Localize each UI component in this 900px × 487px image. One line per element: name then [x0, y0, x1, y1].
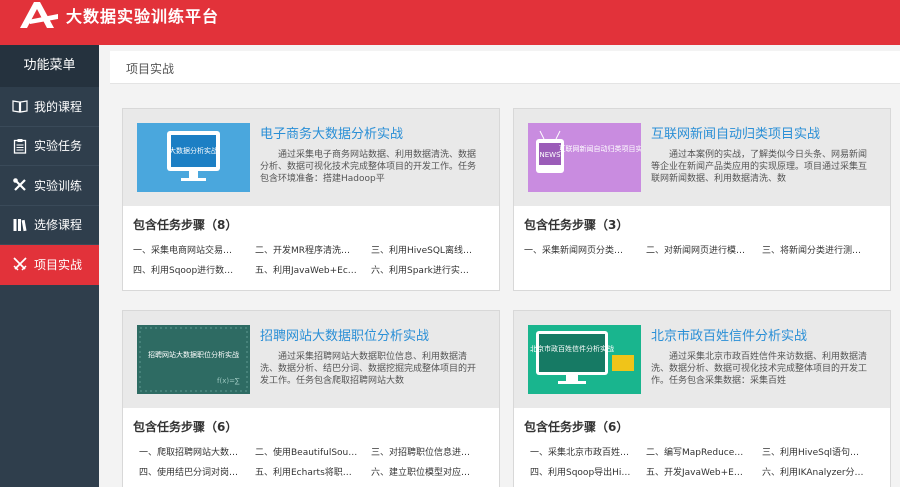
sidebar-item-projects[interactable]: 项目实战 [0, 245, 99, 285]
step-link[interactable]: 二、编写MapReduce… [646, 445, 758, 458]
project-card-beijing-letters[interactable]: 北京市政百姓信件分析实战 北京市政百姓信件分析实战 通过采集北京市政百姓信件来访… [513, 310, 891, 487]
tools-icon [12, 177, 28, 193]
thumbnail-text: 大数据分析实战 [169, 146, 218, 155]
project-card-recruitment[interactable]: 招聘网站大数据职位分析实战 f(x)=∑ 招聘网站大数据职位分析实战 通过采集招… [122, 310, 500, 487]
thumbnail-text: 北京市政百姓信件分析实战 [530, 344, 614, 353]
sidebar-item-training[interactable]: 实验训练 [0, 166, 99, 206]
platform-title: 大数据实验训练平台 [66, 7, 220, 26]
books-icon [12, 217, 28, 233]
sidebar-item-label: 实验任务 [34, 139, 83, 154]
sidebar: 功能菜单 我的课程 实验任务 实验训练 选修课程 项目实战 [0, 45, 99, 487]
step-link[interactable]: 二、使用BeautifulSou… [255, 445, 367, 458]
step-link[interactable]: 二、开发MR程序清洗… [255, 243, 367, 256]
recruitment-thumbnail[interactable]: 招聘网站大数据职位分析实战 f(x)=∑ [137, 325, 250, 394]
sidebar-title: 功能菜单 [0, 45, 99, 87]
project-card-ecommerce[interactable]: 大数据分析实战 电子商务大数据分析实战 通过采集电子商务网站数据、利用数据清洗、… [122, 108, 500, 291]
sidebar-item-my-courses[interactable]: 我的课程 [0, 87, 99, 127]
step-link[interactable]: 一、采集北京市政百姓… [530, 445, 642, 458]
swords-icon [12, 256, 28, 272]
breadcrumb-bar: 项目实战 [110, 51, 900, 84]
card-title[interactable]: 互联网新闻自动归类项目实战 [651, 123, 820, 142]
sidebar-item-label: 项目实战 [34, 257, 83, 272]
step-link[interactable]: 一、采集电商网站交易… [133, 243, 245, 256]
project-card-news[interactable]: NEWS 互联网新闻自动归类项目实战 互联网新闻自动归类项目实战 通过本案例的实… [513, 108, 891, 291]
chalk-formula: f(x)=∑ [217, 377, 240, 385]
card-description: 通过本案例的实战，了解类似今日头条、网易新闻等企业在新闻产品类应用的实现原理。项… [651, 150, 868, 184]
top-header: 大数据实验训练平台 [0, 0, 900, 45]
step-link[interactable]: 四、利用Sqoop进行数… [133, 263, 245, 276]
step-link[interactable]: 五、利用JavaWeb+Ec… [255, 263, 367, 276]
steps-count-label: 包含任务步骤（8） [133, 218, 238, 232]
sidebar-item-label: 我的课程 [34, 99, 83, 114]
clipboard-icon [12, 138, 28, 154]
sidebar-item-label: 实验训练 [34, 178, 83, 193]
step-link[interactable]: 三、将新闻分类进行测… [762, 243, 874, 256]
steps-count-label: 包含任务步骤（6） [133, 420, 238, 434]
sidebar-item-label: 选修课程 [34, 218, 83, 233]
breadcrumb: 项目实战 [126, 62, 175, 76]
step-link[interactable]: 五、开发JavaWeb+E… [646, 465, 758, 478]
step-link[interactable]: 二、对新闻网页进行模… [646, 243, 758, 256]
beijing-letters-thumbnail[interactable]: 北京市政百姓信件分析实战 [528, 325, 641, 394]
step-link[interactable]: 四、使用结巴分词对岗… [139, 465, 251, 478]
step-link[interactable]: 三、利用HiveSQL离线… [371, 243, 483, 256]
card-title[interactable]: 北京市政百姓信件分析实战 [651, 325, 807, 344]
card-description: 通过采集北京市政百姓信件来访数据、利用数据清洗、数据分析、数据可视化技术完成整体… [651, 352, 868, 386]
card-title[interactable]: 招聘网站大数据职位分析实战 [260, 325, 429, 344]
book-icon [12, 98, 28, 114]
thumbnail-text: 互联网新闻自动归类项目实战 [559, 144, 642, 153]
steps-count-label: 包含任务步骤（3） [524, 218, 629, 232]
step-link[interactable]: 六、利用IKAnalyzer分… [762, 465, 874, 478]
step-link[interactable]: 四、利用Sqoop导出Hi… [530, 465, 642, 478]
platform-logo-icon [20, 2, 58, 28]
step-link[interactable]: 六、利用Spark进行实… [371, 263, 483, 276]
step-link[interactable]: 三、利用HiveSql语句… [762, 445, 874, 458]
step-link[interactable]: 三、对招聘职位信息进… [371, 445, 483, 458]
card-description: 通过采集电子商务网站数据、利用数据清洗、数据分析、数据可视化技术完成整体项目的开… [260, 150, 477, 184]
thumbnail-text: 招聘网站大数据职位分析实战 [148, 350, 239, 359]
steps-count-label: 包含任务步骤（6） [524, 420, 629, 434]
sidebar-item-tasks[interactable]: 实验任务 [0, 127, 99, 166]
step-link[interactable]: 五、利用Echarts将职… [255, 465, 367, 478]
ecommerce-thumbnail[interactable]: 大数据分析实战 [137, 123, 250, 192]
news-thumbnail[interactable]: NEWS 互联网新闻自动归类项目实战 [528, 123, 641, 192]
step-link[interactable]: 六、建立职位模型对应… [371, 465, 483, 478]
step-link[interactable]: 一、爬取招聘网站大数… [139, 445, 251, 458]
card-title[interactable]: 电子商务大数据分析实战 [260, 123, 403, 142]
card-description: 通过采集招聘网站大数据职位信息、利用数据清洗、数据分析、结巴分词、数据挖掘完成整… [260, 352, 477, 386]
step-link[interactable]: 一、采集新闻网页分类… [524, 243, 636, 256]
sidebar-item-electives[interactable]: 选修课程 [0, 206, 99, 245]
